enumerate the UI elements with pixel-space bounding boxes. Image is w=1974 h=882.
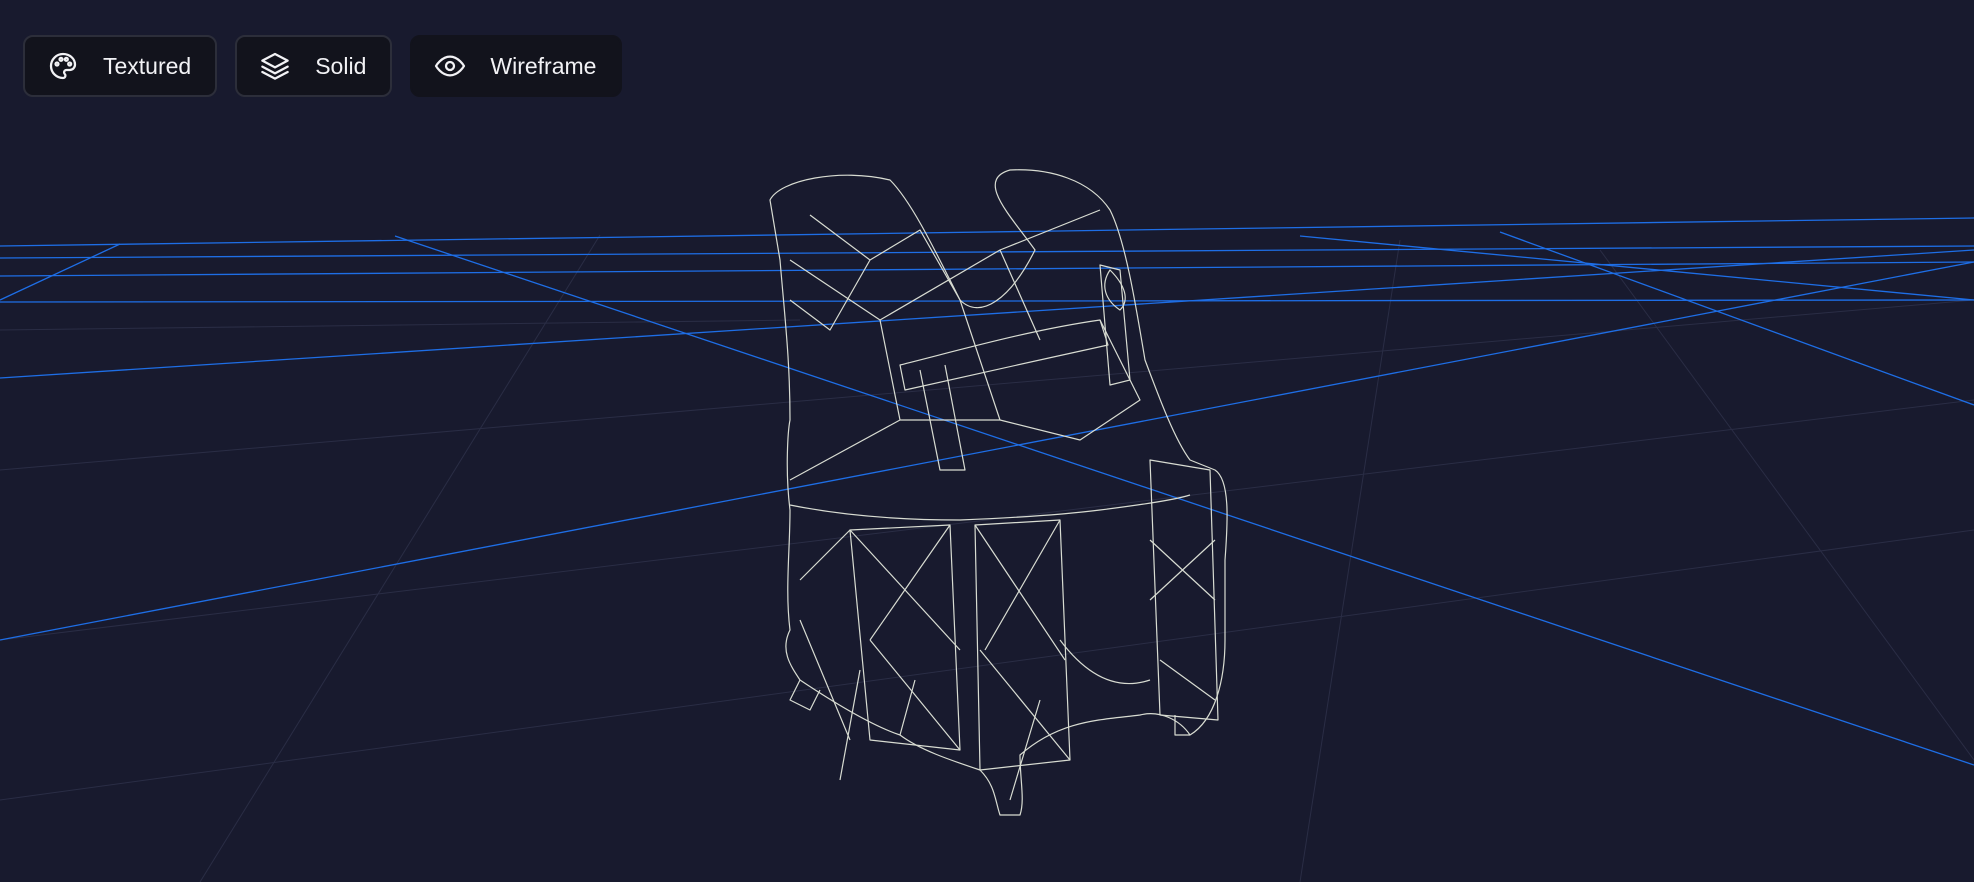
wireframe-mode-label: Wireframe (490, 52, 597, 79)
solid-mode-label: Solid (315, 52, 367, 79)
3d-viewport[interactable]: Textured Solid Wireframe (0, 0, 1974, 882)
textured-mode-button[interactable]: Textured (23, 35, 218, 97)
textured-mode-label: Textured (103, 52, 192, 79)
ground-grid (0, 217, 1974, 766)
solid-mode-button[interactable]: Solid (235, 35, 393, 97)
eye-icon (434, 50, 466, 82)
minor-grid-lines (0, 234, 1974, 882)
render-mode-toolbar: Textured Solid Wireframe (23, 35, 623, 97)
layers-icon (259, 50, 291, 82)
palette-icon (47, 50, 79, 82)
scene-canvas[interactable] (0, 0, 1974, 882)
wireframe-mode-button[interactable]: Wireframe (410, 35, 623, 97)
